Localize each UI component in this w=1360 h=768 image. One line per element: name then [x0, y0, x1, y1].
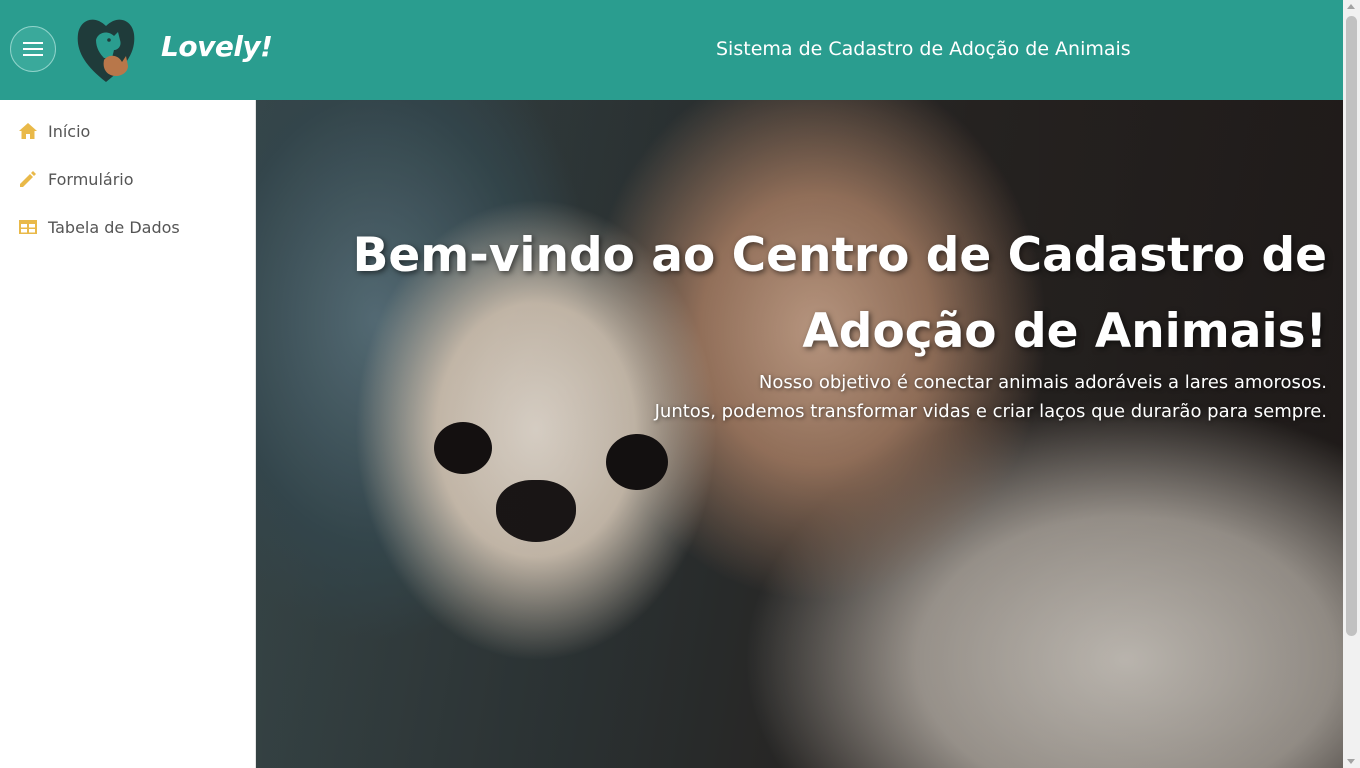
- hero-overlay: [256, 100, 1343, 768]
- sidebar-item-formulario[interactable]: Formulário: [0, 157, 255, 201]
- sidebar-item-label: Formulário: [48, 169, 134, 189]
- home-icon: [18, 121, 38, 141]
- hero-subtitle-line: Nosso objetivo é conectar animais adoráv…: [758, 372, 1327, 393]
- hero-banner: Bem-vindo ao Centro de Cadastro de Adoçã…: [256, 100, 1343, 768]
- brand-name: Lovely!: [161, 30, 273, 63]
- hero-heading-line: Adoção de Animais!: [802, 304, 1327, 359]
- sidebar-item-label: Início: [48, 121, 91, 141]
- table-icon: [18, 217, 38, 237]
- sidebar-item-inicio[interactable]: Início: [0, 109, 255, 153]
- scroll-thumb[interactable]: [1346, 16, 1357, 636]
- page-scrollbar[interactable]: [1343, 0, 1360, 768]
- hero-subtitle-line: Juntos, podemos transformar vidas e cria…: [654, 401, 1327, 422]
- page-title: Sistema de Cadastro de Adoção de Animais: [716, 38, 1131, 60]
- hero-heading: Bem-vindo ao Centro de Cadastro de Adoçã…: [287, 218, 1327, 370]
- hero-heading-line: Bem-vindo ao Centro de Cadastro de: [352, 228, 1327, 283]
- sidebar: Início Formulário Tabela de Dados: [0, 100, 256, 768]
- pencil-icon: [18, 169, 38, 189]
- app-header: Lovely! Sistema de Cadastro de Adoção de…: [0, 0, 1343, 100]
- hero-subtitle: Nosso objetivo é conectar animais adoráv…: [287, 368, 1327, 426]
- menu-toggle-button[interactable]: [10, 26, 56, 72]
- scroll-up-arrow-icon[interactable]: [1347, 4, 1355, 9]
- scroll-down-arrow-icon[interactable]: [1347, 759, 1355, 764]
- hamburger-icon: [23, 42, 43, 56]
- sidebar-item-tabela[interactable]: Tabela de Dados: [0, 205, 255, 249]
- sidebar-item-label: Tabela de Dados: [48, 217, 180, 237]
- pet-heart-logo[interactable]: [74, 10, 138, 84]
